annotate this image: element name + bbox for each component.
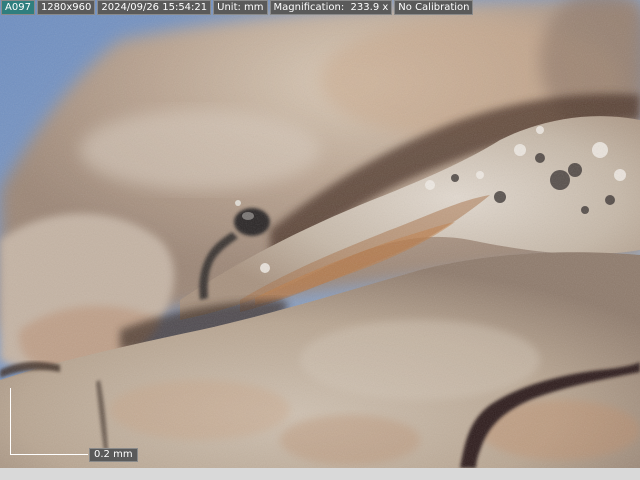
- scale-bar-label: 0.2 mm: [89, 448, 138, 462]
- bottom-strip: [0, 468, 640, 480]
- unit-label: Unit: mm: [213, 0, 268, 15]
- calibration-label: No Calibration: [394, 0, 474, 15]
- datetime-label: 2024/09/26 15:54:21: [97, 0, 212, 15]
- resolution-label: 1280x960: [36, 0, 96, 15]
- scale-bar-vertical-line: [10, 388, 11, 455]
- scale-bar: 0.2 mm: [10, 388, 138, 463]
- magnification-label: Magnification: 233.9 x: [269, 0, 393, 15]
- image-info-bar: A097 1280x960 2024/09/26 15:54:21 Unit: …: [0, 0, 474, 15]
- microscope-image-viewer[interactable]: A097 1280x960 2024/09/26 15:54:21 Unit: …: [0, 0, 640, 468]
- image-id-label: A097: [1, 0, 35, 15]
- scale-bar-horizontal-line: [10, 454, 88, 455]
